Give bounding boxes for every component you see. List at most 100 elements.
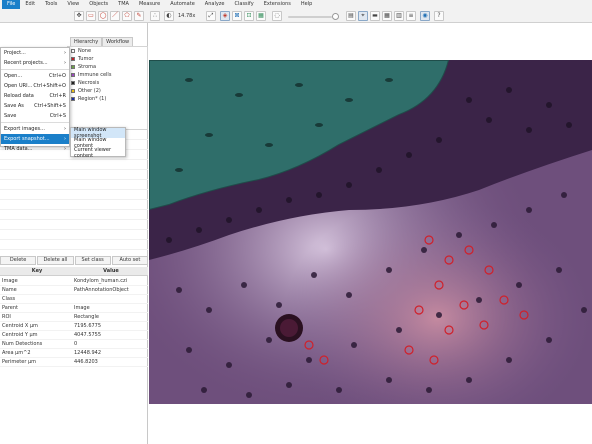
polygon-tool-button[interactable]: ⬠ [122, 11, 132, 21]
file-menu-item-label: TMA data... [4, 146, 33, 152]
class-list: None Tumor Stroma Immune cells Necrosis Other… [67, 46, 148, 130]
key-column-header[interactable]: Key [0, 267, 74, 275]
show-detections-button[interactable]: ⊡ [244, 11, 254, 21]
move-tool-button[interactable]: ✥ [74, 11, 84, 21]
delete-all-button[interactable]: Delete all [37, 256, 74, 265]
file-menu-item[interactable]: Save As Ctrl+Shift+S [1, 101, 69, 111]
help-icon[interactable]: ? [434, 11, 444, 21]
opacity-slider[interactable] [288, 16, 332, 18]
points-tool-button[interactable]: ∴ [150, 11, 160, 21]
property-row[interactable]: Centroid X µm 7195.6775 [0, 322, 148, 331]
tissue-image [149, 60, 592, 404]
file-menu-item[interactable]: Reload data Ctrl+R [1, 91, 69, 101]
property-key: Class [2, 296, 16, 302]
class-item[interactable]: Necrosis [68, 79, 147, 87]
show-annotations-button[interactable]: ◈ [220, 11, 230, 21]
show-tma-grid-button[interactable]: ⊠ [232, 11, 242, 21]
menu-bar: File Edit Tools View Objects TMA Measure… [0, 0, 592, 9]
class-item[interactable]: None [68, 47, 147, 55]
property-row[interactable]: Area µm^2 12448.942 [0, 349, 148, 358]
class-item[interactable]: Other (2) [68, 87, 147, 95]
file-menu-item-label: Export images... [4, 126, 45, 132]
contrast-icon[interactable]: ◐ [164, 11, 174, 21]
delete-button[interactable]: Delete [0, 256, 37, 265]
file-menu-item[interactable]: Recent projects... › [1, 58, 69, 68]
opacity-slider-knob[interactable] [332, 13, 339, 20]
menu-tma[interactable]: TMA [113, 0, 134, 9]
location-button[interactable]: ⌖ [358, 11, 368, 21]
property-row[interactable]: Centroid Y µm 4047.5755 [0, 331, 148, 340]
zoom-fit-button[interactable]: ⤢ [206, 11, 216, 21]
current-viewer-content-item[interactable]: Current viewer content [71, 147, 125, 159]
class-item[interactable]: Region* (1) [68, 95, 147, 103]
property-key: Centroid Y µm [2, 332, 38, 338]
zoom-level: 14.78x [178, 13, 196, 19]
annotation-buttons: Delete Delete all Set class Auto set [0, 256, 148, 265]
menu-file[interactable]: File [2, 0, 21, 9]
grid-button[interactable]: ▦ [382, 11, 392, 21]
file-menu-item[interactable]: Open... Ctrl+O [1, 71, 69, 81]
log-button[interactable]: ≡ [406, 11, 416, 21]
overview-button[interactable]: ▤ [346, 11, 356, 21]
class-label: Region* (1) [78, 96, 107, 102]
class-item[interactable]: Stroma [68, 63, 147, 71]
line-tool-button[interactable]: ／ [110, 11, 120, 21]
file-menu-item-label: Reload data [4, 93, 34, 99]
file-menu-item-label: Save [4, 113, 17, 119]
class-color-swatch [71, 49, 75, 53]
menu-classify[interactable]: Classify [230, 0, 259, 9]
menu-help[interactable]: Help [296, 0, 317, 9]
value-column-header[interactable]: Value [74, 267, 148, 275]
class-label: Other (2) [78, 88, 101, 94]
property-row[interactable]: ROI Rectangle [0, 313, 148, 322]
file-menu-item-shortcut: › [64, 146, 66, 152]
menu-automate[interactable]: Automate [165, 0, 200, 9]
property-row[interactable]: Class [0, 295, 148, 304]
fill-detections-button[interactable]: ▦ [256, 11, 266, 21]
menu-edit[interactable]: Edit [20, 0, 40, 9]
file-menu-item[interactable]: TMA data... › [1, 144, 69, 154]
property-row[interactable]: Name PathAnnotationObject [0, 286, 148, 295]
file-menu-item-shortcut: Ctrl+O [48, 73, 66, 79]
scalebar-button[interactable]: ▬ [370, 11, 380, 21]
menu-tools[interactable]: Tools [40, 0, 62, 9]
file-menu-item-label: Recent projects... [4, 60, 48, 66]
file-menu-item[interactable]: Save Ctrl+S [1, 111, 69, 121]
file-menu-item-shortcut: › [64, 60, 66, 66]
class-label: Tumor [78, 56, 94, 62]
wand-tool-button[interactable]: ✎ [134, 11, 144, 21]
property-key: Area µm^2 [2, 350, 31, 356]
file-menu-item[interactable]: Open URI... Ctrl+Shift+O [1, 81, 69, 91]
file-menu-item-shortcut: › [64, 126, 66, 132]
menu-view[interactable]: View [62, 0, 84, 9]
auto-set-button[interactable]: Auto set [111, 256, 148, 265]
menu-extensions[interactable]: Extensions [259, 0, 296, 9]
menu-analyze[interactable]: Analyze [200, 0, 230, 9]
measurement-table-button[interactable]: ▥ [394, 11, 404, 21]
property-key: Num Detections [2, 341, 43, 347]
file-menu: Project... › Recent projects... › Open... Ctr… [0, 47, 70, 152]
property-row[interactable]: Image Kondylom_human.czi [0, 277, 148, 286]
set-class-button[interactable]: Set class [74, 256, 111, 265]
class-label: Immune cells [78, 72, 112, 78]
menu-measure[interactable]: Measure [134, 0, 165, 9]
class-item[interactable]: Immune cells [68, 71, 147, 79]
property-row[interactable]: Perimeter µm 446.8203 [0, 358, 148, 367]
property-row[interactable]: Num Detections 0 [0, 340, 148, 349]
property-value: 4047.5755 [74, 332, 102, 338]
file-menu-item[interactable]: Export images... › [1, 124, 69, 134]
property-row[interactable]: Parent Image [0, 304, 148, 313]
property-key: Parent [2, 305, 19, 311]
ellipse-tool-button[interactable]: ◯ [98, 11, 108, 21]
image-viewer[interactable] [149, 60, 592, 404]
opacity-icon: ◌ [272, 11, 282, 21]
file-menu-item[interactable]: Project... › [1, 48, 69, 58]
file-menu-item[interactable]: Export snapshot... › [1, 134, 69, 144]
class-item[interactable]: Tumor [68, 55, 147, 63]
selection-mode-icon[interactable]: ◉ [420, 11, 430, 21]
toolbar: ✥ ▭ ◯ ／ ⬠ ✎ ∴ ◐ 14.78x ⤢ ◈ ⊠ ⊡ ▦ ◌ ▤ ⌖ ▬… [0, 9, 592, 23]
rectangle-tool-button[interactable]: ▭ [86, 11, 96, 21]
file-menu-item-shortcut: Ctrl+S [49, 113, 66, 119]
class-label: None [78, 48, 92, 54]
menu-objects[interactable]: Objects [84, 0, 113, 9]
